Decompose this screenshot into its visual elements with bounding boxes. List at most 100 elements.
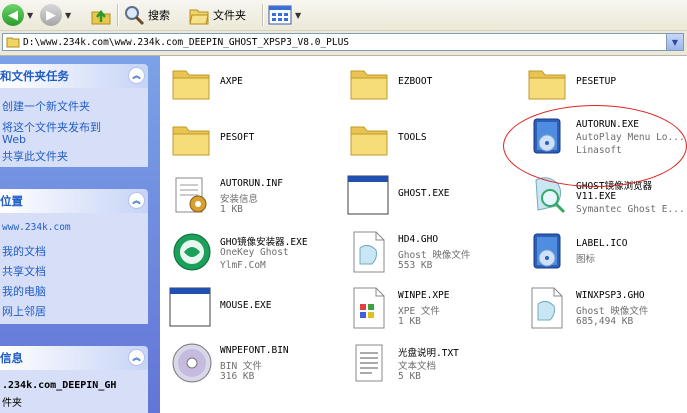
views-dropdown-icon[interactable]: ▼ bbox=[295, 11, 301, 20]
address-path[interactable]: D:\www.234k.com\www.234k.com_DEEPIN_GHOS… bbox=[23, 37, 349, 48]
collapse-chevron-icon[interactable]: ︽ bbox=[128, 192, 145, 209]
file-item-hd4-gho[interactable]: HD4.GHO Ghost 映像文件 553 KB bbox=[348, 230, 518, 278]
file-size: 1 KB bbox=[398, 316, 421, 327]
folder-small-icon bbox=[6, 37, 20, 48]
file-type: 文本文档 bbox=[398, 361, 437, 372]
file-item-pesetup[interactable]: PESETUP bbox=[526, 62, 686, 110]
file-company: Linasoft bbox=[576, 145, 622, 156]
label-icon bbox=[533, 233, 561, 269]
file-company: Symantec Ghost E... bbox=[576, 204, 685, 215]
file-description: AutoPlay Menu Lo... bbox=[576, 132, 685, 143]
file-size: 685,494 KB bbox=[576, 316, 634, 327]
file-item-autorun-inf[interactable]: AUTORUN.INF 安装信息 1 KB bbox=[170, 174, 340, 222]
other-places-panel: www.234k.com 我的文档 共享文档 我的电脑 网上邻居 bbox=[0, 213, 148, 324]
ghost-image-file-icon bbox=[531, 287, 563, 329]
folders-icon bbox=[189, 9, 209, 25]
search-button[interactable]: 搜索 bbox=[123, 2, 170, 28]
file-name: WINPE.XPE bbox=[398, 290, 450, 301]
app-window-icon bbox=[169, 287, 211, 327]
file-item-ghost-exe[interactable]: GHOST.EXE bbox=[344, 174, 518, 222]
folders-button[interactable]: 文件夹 bbox=[188, 2, 246, 28]
place-link-my-documents[interactable]: 我的文档 bbox=[2, 243, 46, 259]
file-name: AUTORUN.EXE bbox=[576, 119, 639, 130]
file-name: PESETUP bbox=[576, 76, 617, 87]
setup-info-icon bbox=[175, 177, 207, 213]
file-type: BIN 文件 bbox=[220, 361, 262, 372]
file-item-pesoft[interactable]: PESOFT bbox=[170, 118, 340, 166]
file-item-autorun-exe[interactable]: AUTORUN.EXE AutoPlay Menu Lo... Linasoft bbox=[526, 115, 686, 163]
folder-icon bbox=[172, 70, 210, 100]
file-item-wnpefont-bin[interactable]: WNPEFONT.BIN BIN 文件 316 KB bbox=[170, 341, 340, 389]
autoplay-icon bbox=[533, 118, 561, 154]
search-icon bbox=[125, 6, 145, 26]
file-item-winxpsp3-gho[interactable]: WINXPSP3.GHO Ghost 映像文件 685,494 KB bbox=[526, 286, 686, 334]
file-name: AXPE bbox=[220, 76, 243, 87]
file-name: GHOST.EXE bbox=[398, 188, 450, 199]
task-link-publish-web[interactable]: Web bbox=[2, 133, 26, 146]
place-link-shared-documents[interactable]: 共享文档 bbox=[2, 263, 46, 279]
file-size: 316 KB bbox=[220, 371, 255, 382]
file-folder-tasks-panel: 创建一个新文件夹 将这个文件夹发布到 Web 共享此文件夹 bbox=[0, 88, 148, 167]
file-item-label-ico[interactable]: LABEL.ICO 图标 bbox=[526, 230, 686, 278]
file-size: 553 KB bbox=[398, 260, 433, 271]
file-item-ezboot[interactable]: EZBOOT bbox=[348, 62, 518, 110]
file-name: WNPEFONT.BIN bbox=[220, 345, 289, 356]
place-link-parent[interactable]: www.234k.com bbox=[2, 222, 71, 233]
task-link-share-folder[interactable]: 共享此文件夹 bbox=[2, 148, 68, 164]
task-link-new-folder[interactable]: 创建一个新文件夹 bbox=[2, 98, 90, 114]
file-item-readme-txt[interactable]: 光盘说明.TXT 文本文档 5 KB bbox=[348, 341, 518, 389]
file-name: EZBOOT bbox=[398, 76, 433, 87]
file-size: 1 KB bbox=[220, 204, 243, 215]
collapse-chevron-icon[interactable]: ︽ bbox=[128, 67, 145, 84]
address-dropdown-button[interactable]: ▼ bbox=[666, 34, 683, 50]
details-folder-name: .234k.com_DEEPIN_GH bbox=[2, 380, 117, 391]
ghost-image-file-icon bbox=[353, 231, 385, 273]
back-dropdown-icon[interactable]: ▼ bbox=[27, 11, 33, 20]
other-places-header[interactable]: 位置 ︽ bbox=[0, 189, 148, 213]
file-item-tools[interactable]: TOOLS bbox=[348, 118, 518, 166]
search-label: 搜索 bbox=[148, 9, 170, 22]
forward-button[interactable]: ▶ ▼ bbox=[40, 2, 71, 28]
up-folder-icon bbox=[91, 9, 111, 25]
folder-icon bbox=[350, 70, 388, 100]
file-type: 安装信息 bbox=[220, 194, 259, 205]
address-field[interactable]: D:\www.234k.com\www.234k.com_DEEPIN_GHOS… bbox=[2, 33, 684, 51]
file-name: AUTORUN.INF bbox=[220, 178, 283, 189]
file-item-gho-installer[interactable]: GHO镜像安装器.EXE OneKey Ghost YlmF.CoM bbox=[170, 230, 340, 278]
details-panel: .234k.com_DEEPIN_GH 件夹 bbox=[0, 370, 148, 413]
up-folder-button[interactable] bbox=[90, 2, 112, 28]
file-name: WINXPSP3.GHO bbox=[576, 290, 645, 301]
file-item-mouse-exe[interactable]: MOUSE.EXE bbox=[166, 286, 340, 334]
file-name: GHOST镜像浏览器 bbox=[576, 181, 653, 192]
details-folder-type: 件夹 bbox=[2, 398, 22, 409]
forward-dropdown-icon[interactable]: ▼ bbox=[65, 11, 71, 20]
file-name: PESOFT bbox=[220, 132, 255, 143]
onekey-ghost-icon bbox=[173, 233, 211, 271]
file-item-ghost-explorer[interactable]: GHOST镜像浏览器 V11.EXE Symantec Ghost E... bbox=[526, 174, 686, 222]
details-header[interactable]: 信息 ︽ bbox=[0, 346, 148, 370]
file-name: TOOLS bbox=[398, 132, 427, 143]
text-document-icon bbox=[355, 344, 383, 382]
file-item-winpe-xpe[interactable]: WINPE.XPE XPE 文件 1 KB bbox=[348, 286, 518, 334]
back-arrow-icon: ◀ bbox=[2, 4, 24, 26]
disc-icon bbox=[172, 343, 212, 383]
views-icon bbox=[268, 5, 292, 25]
place-link-my-computer[interactable]: 我的电脑 bbox=[2, 283, 46, 299]
file-item-axpe[interactable]: AXPE bbox=[170, 62, 340, 110]
panel-title: 信息 bbox=[0, 351, 23, 365]
folders-label: 文件夹 bbox=[213, 9, 246, 22]
app-window-icon bbox=[347, 175, 389, 215]
back-button[interactable]: ◀ ▼ bbox=[2, 2, 33, 28]
file-company: YlmF.CoM bbox=[220, 260, 266, 271]
file-type: Ghost 映像文件 bbox=[576, 306, 649, 317]
place-link-network-places[interactable]: 网上邻居 bbox=[2, 303, 46, 319]
file-description: OneKey Ghost bbox=[220, 247, 289, 258]
file-size: 5 KB bbox=[398, 371, 421, 382]
folder-icon bbox=[172, 126, 210, 156]
toolbar-separator bbox=[262, 4, 264, 26]
file-folder-tasks-header[interactable]: 和文件夹任务 ︽ bbox=[0, 64, 148, 88]
toolbar-separator bbox=[117, 4, 119, 26]
collapse-chevron-icon[interactable]: ︽ bbox=[128, 349, 145, 366]
views-button[interactable]: ▼ bbox=[268, 2, 301, 28]
address-bar: D:\www.234k.com\www.234k.com_DEEPIN_GHOS… bbox=[0, 31, 687, 56]
